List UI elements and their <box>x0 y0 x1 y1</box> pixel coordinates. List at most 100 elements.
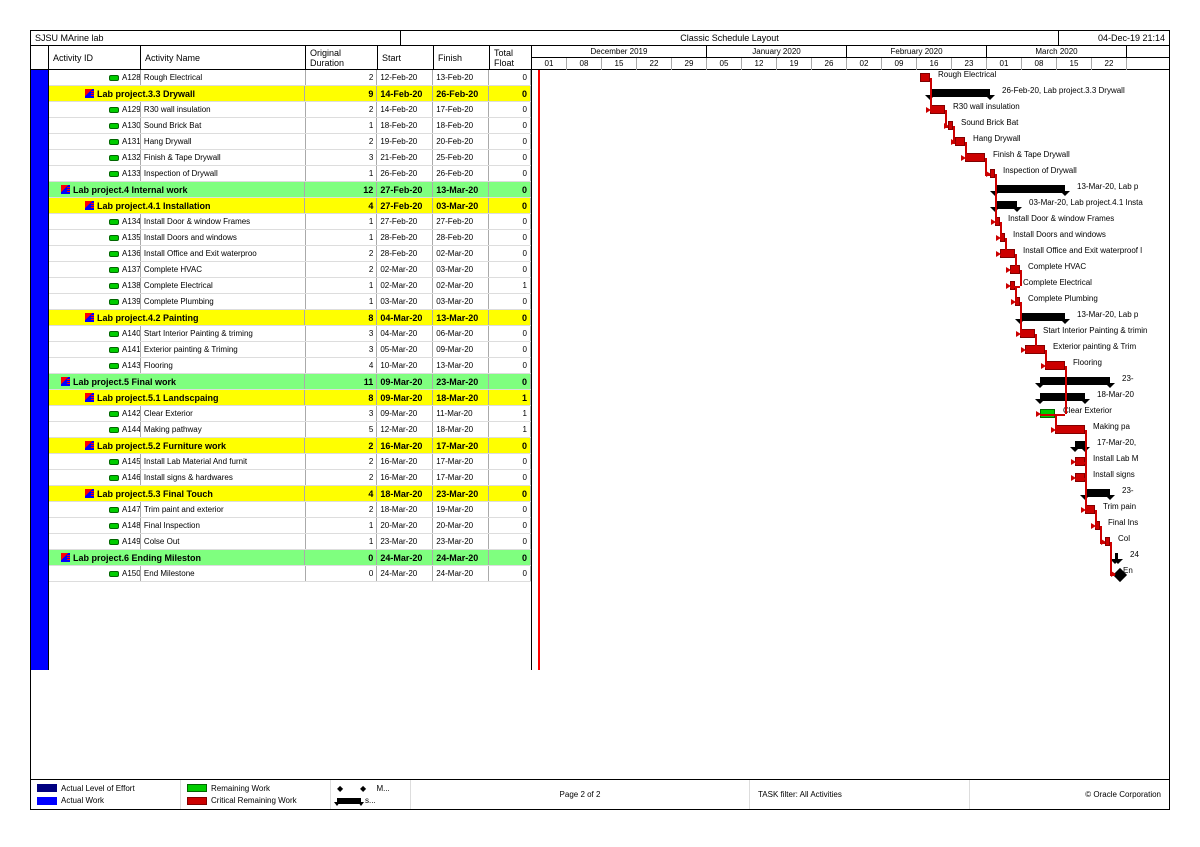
task-icon <box>109 75 119 81</box>
gantt-row: 17-Mar-20, <box>532 438 1169 454</box>
bar-label: Start Interior Painting & trimin <box>1043 326 1147 335</box>
activity-row[interactable]: A1430Flooring410-Mar-2013-Mar-200 <box>49 358 531 374</box>
activity-row[interactable]: A1440Making pathway512-Mar-2018-Mar-201 <box>49 422 531 438</box>
month-header: March 2020 <box>987 46 1127 57</box>
dependency-link <box>1075 462 1085 464</box>
wbs-row[interactable]: Lab project.4.1 Installation427-Feb-2003… <box>49 198 531 214</box>
activity-row[interactable]: A1280Rough Electrical212-Feb-2013-Feb-20… <box>49 70 531 86</box>
column-headers: Activity ID Activity Name Original Durat… <box>31 46 1169 70</box>
bar-label: Finish & Tape Drywall <box>993 150 1070 159</box>
task-icon <box>109 123 119 129</box>
arrow-icon <box>1036 411 1041 417</box>
activity-row[interactable]: A1330Inspection of Drywall126-Feb-2026-F… <box>49 166 531 182</box>
milestone-icon: ◆ <box>337 784 343 793</box>
activity-row[interactable]: A1500End Milestone024-Mar-2024-Mar-200 <box>49 566 531 582</box>
activity-row[interactable]: A1410Exterior painting & Triming305-Mar-… <box>49 342 531 358</box>
day-header: 16 <box>917 58 952 70</box>
day-header: 22 <box>1092 58 1127 70</box>
activity-row[interactable]: A1420Clear Exterior309-Mar-2011-Mar-201 <box>49 406 531 422</box>
activity-row[interactable]: A1320Finish & Tape Drywall321-Feb-2025-F… <box>49 150 531 166</box>
legend: Actual Level of Effort Actual Work Remai… <box>31 779 1169 809</box>
gantt-row: 23- <box>532 486 1169 502</box>
activity-row[interactable]: A1340Install Door & window Frames127-Feb… <box>49 214 531 230</box>
bar-label: Install Office and Exit waterproof l <box>1023 246 1142 255</box>
day-header: 08 <box>567 58 602 70</box>
col-float: Total Float <box>490 46 532 69</box>
arrow-icon <box>1041 363 1046 369</box>
layout-name: Classic Schedule Layout <box>401 31 1059 45</box>
activity-row[interactable]: A1360Install Office and Exit waterproo22… <box>49 246 531 262</box>
gantt-chart: Rough Electrical26-Feb-20, Lab project.3… <box>532 70 1169 670</box>
gantt-row: 23- <box>532 374 1169 390</box>
gantt-row: Exterior painting & Trim <box>532 342 1169 358</box>
wbs-row[interactable]: Lab project.4 Internal work1227-Feb-2013… <box>49 182 531 198</box>
bar-label: Making pa <box>1093 422 1130 431</box>
activity-row[interactable]: A1310Hang Drywall219-Feb-2020-Feb-200 <box>49 134 531 150</box>
bar-label: Install Doors and windows <box>1013 230 1106 239</box>
task-bar <box>955 137 965 146</box>
activity-row[interactable]: A1400Start Interior Painting & triming30… <box>49 326 531 342</box>
copyright: © Oracle Corporation <box>969 780 1169 809</box>
gantt-row: Making pa <box>532 422 1169 438</box>
summary-bar <box>1115 553 1118 561</box>
arrow-icon <box>1016 331 1021 337</box>
wbs-icon <box>85 313 94 322</box>
activity-row[interactable]: A1290R30 wall insulation214-Feb-2017-Feb… <box>49 102 531 118</box>
dependency-link <box>995 174 997 222</box>
gantt-row: Sound Brick Bat <box>532 118 1169 134</box>
summary-bar <box>1040 377 1110 385</box>
gantt-row: Complete Electrical <box>532 278 1169 294</box>
wbs-row[interactable]: Lab project.4.2 Painting804-Mar-2013-Mar… <box>49 310 531 326</box>
task-icon <box>109 363 119 369</box>
wbs-row[interactable]: Lab project.5 Final work1109-Mar-2023-Ma… <box>49 374 531 390</box>
arrow-icon <box>1071 475 1076 481</box>
loe-bar <box>31 70 49 670</box>
wbs-row[interactable]: Lab project.3.3 Drywall914-Feb-2026-Feb-… <box>49 86 531 102</box>
month-header: January 2020 <box>707 46 847 57</box>
activity-row[interactable]: A1480Final Inspection120-Mar-2020-Mar-20… <box>49 518 531 534</box>
activity-row[interactable]: A1300Sound Brick Bat118-Feb-2018-Feb-200 <box>49 118 531 134</box>
gantt-row: R30 wall insulation <box>532 102 1169 118</box>
arrow-icon <box>1051 427 1056 433</box>
activity-row[interactable]: A1370Complete HVAC202-Mar-2003-Mar-200 <box>49 262 531 278</box>
arrow-icon <box>996 235 1001 241</box>
day-header: 19 <box>777 58 812 70</box>
bar-label: Install signs <box>1093 470 1135 479</box>
activity-row[interactable]: A1350Install Doors and windows128-Feb-20… <box>49 230 531 246</box>
bar-label: Complete HVAC <box>1028 262 1086 271</box>
bar-label: Flooring <box>1073 358 1102 367</box>
activity-row[interactable]: A1470Trim paint and exterior218-Mar-2019… <box>49 502 531 518</box>
activity-row[interactable]: A1450Install Lab Material And furnit216-… <box>49 454 531 470</box>
wbs-row[interactable]: Lab project.5.1 Landscpaing809-Mar-2018-… <box>49 390 531 406</box>
col-finish: Finish <box>434 46 490 69</box>
gantt-row: Final Ins <box>532 518 1169 534</box>
gantt-row: Complete Plumbing <box>532 294 1169 310</box>
dependency-link <box>1040 414 1065 416</box>
bar-label: Clear Exterior <box>1063 406 1112 415</box>
activity-row[interactable]: A1390Complete Plumbing103-Mar-2003-Mar-2… <box>49 294 531 310</box>
day-header: 22 <box>637 58 672 70</box>
timeline-header: December 2019January 2020February 2020Ma… <box>532 46 1169 69</box>
arrow-icon <box>1101 539 1106 545</box>
bar-label: Sound Brick Bat <box>961 118 1018 127</box>
bar-label: 26-Feb-20, Lab project.3.3 Drywall <box>1002 86 1125 95</box>
arrow-icon <box>944 123 949 129</box>
wbs-row[interactable]: Lab project.5.2 Furniture work216-Mar-20… <box>49 438 531 454</box>
month-header: February 2020 <box>847 46 987 57</box>
day-header: 09 <box>882 58 917 70</box>
bar-label: 13-Mar-20, Lab p <box>1077 310 1138 319</box>
gantt-row: Hang Drywall <box>532 134 1169 150</box>
activity-row[interactable]: A1460Install signs & hardwares216-Mar-20… <box>49 470 531 486</box>
arrow-icon <box>1006 283 1011 289</box>
task-bar <box>920 73 930 82</box>
activity-row[interactable]: A1380Complete Electrical102-Mar-2002-Mar… <box>49 278 531 294</box>
wbs-row[interactable]: Lab project.5.3 Final Touch418-Mar-2023-… <box>49 486 531 502</box>
day-header: 26 <box>812 58 847 70</box>
wbs-row[interactable]: Lab project.6 Ending Mileston024-Mar-202… <box>49 550 531 566</box>
task-icon <box>109 219 119 225</box>
summary-bar <box>1085 489 1110 497</box>
gantt-row: Install Door & window Frames <box>532 214 1169 230</box>
top-header: SJSU MArine lab Classic Schedule Layout … <box>31 31 1169 46</box>
task-icon <box>109 507 119 513</box>
activity-row[interactable]: A1490Colse Out123-Mar-2023-Mar-200 <box>49 534 531 550</box>
